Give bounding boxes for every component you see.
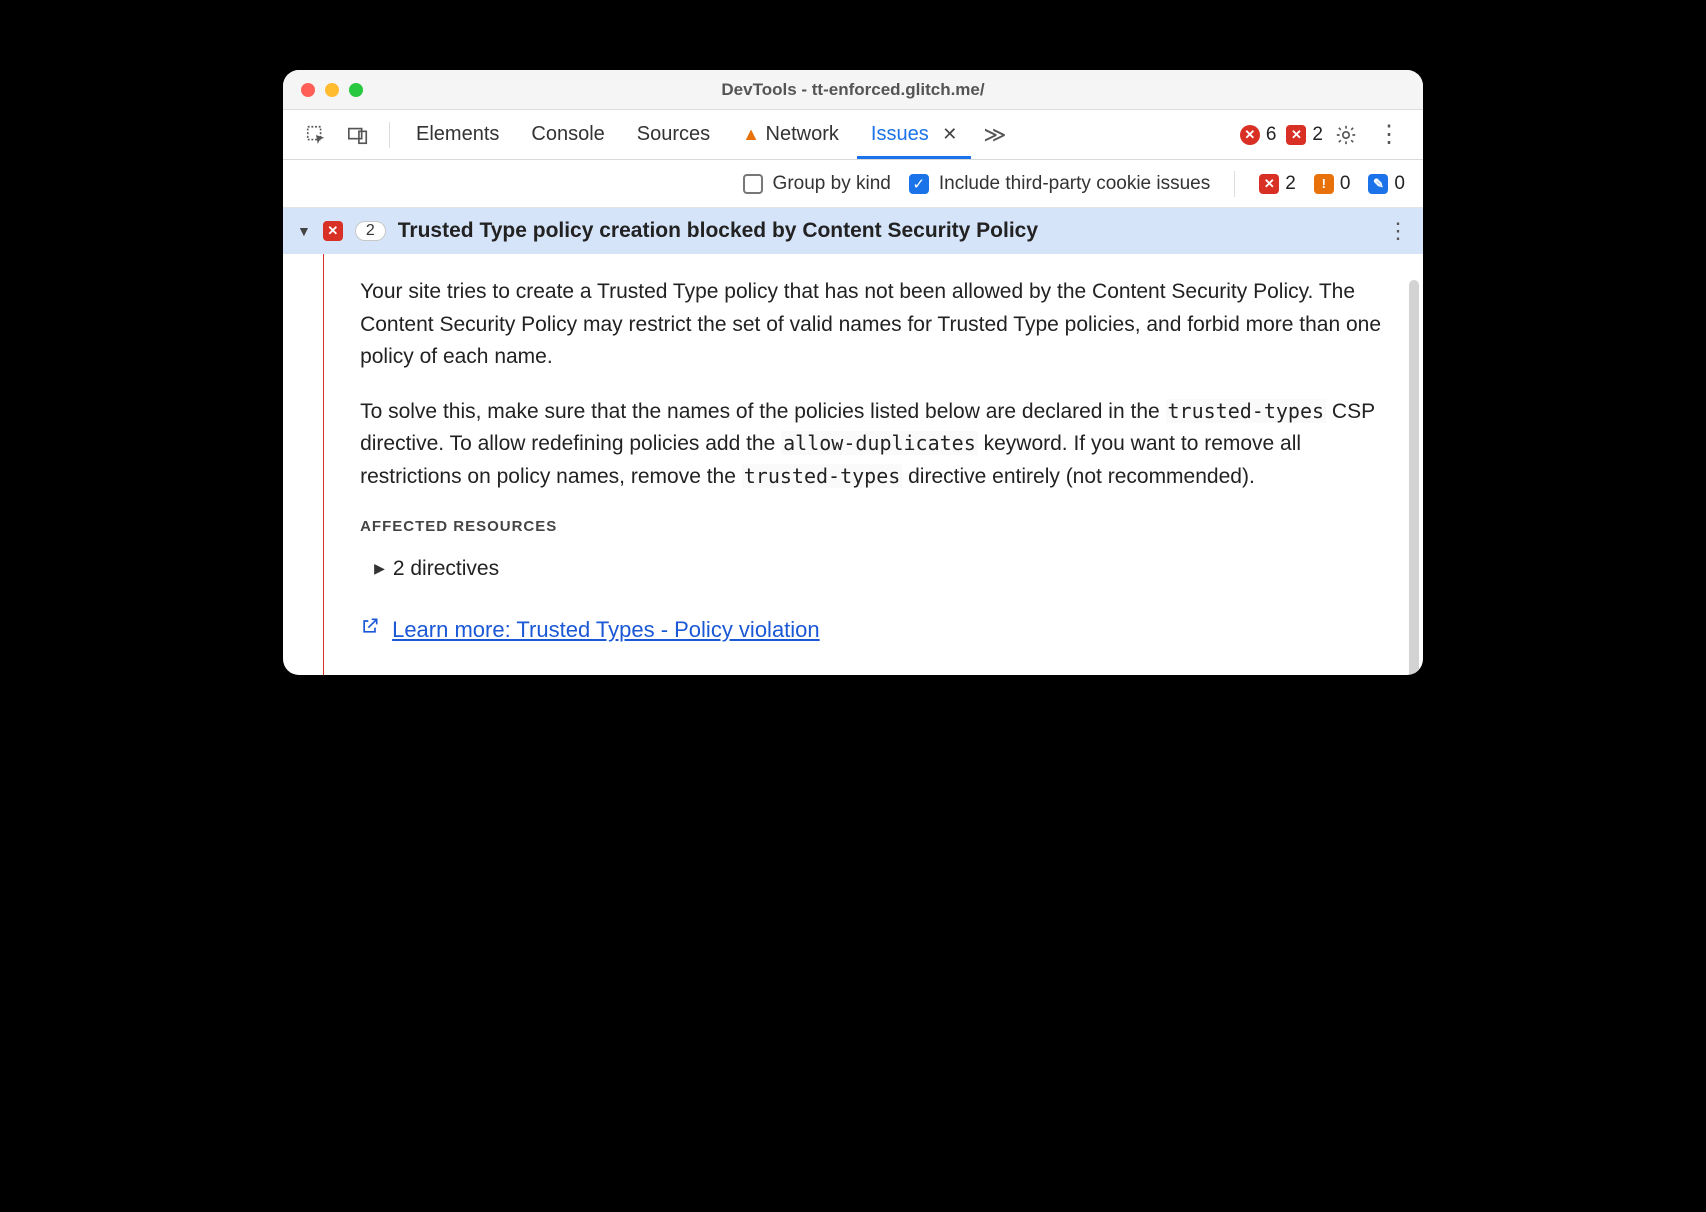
group-by-kind-checkbox[interactable]: Group by kind [743,173,891,195]
tab-network-label: Network [766,123,839,145]
close-tab-icon[interactable]: ✕ [942,124,957,144]
affected-directives-row[interactable]: ▶ 2 directives [374,553,1383,586]
tab-issues-label: Issues [871,123,929,145]
group-by-kind-label: Group by kind [773,173,891,195]
page-error-icon: ✕ [1259,174,1279,194]
warning-icon: ▲ [742,124,760,144]
titlebar: DevTools - tt-enforced.glitch.me/ [283,70,1423,110]
collapse-arrow-icon[interactable]: ▼ [297,223,311,239]
issue-description-p2: To solve this, make sure that the names … [360,396,1383,494]
main-tabbar: Elements Console Sources ▲ Network Issue… [283,110,1423,160]
issue-severity-icon: ✕ [323,221,343,241]
more-tabs-button[interactable]: ≫ [975,114,1014,156]
issue-description-p1: Your site tries to create a Trusted Type… [360,276,1383,374]
device-toolbar-button[interactable] [339,116,377,154]
kebab-menu-button[interactable]: ⋮ [1369,112,1409,157]
expand-arrow-icon: ▶ [374,558,385,580]
minimize-window-button[interactable] [325,83,339,97]
devtools-window: DevTools - tt-enforced.glitch.me/ Elemen… [283,70,1423,675]
close-window-button[interactable] [301,83,315,97]
issue-header[interactable]: ▼ ✕ 2 Trusted Type policy creation block… [283,208,1423,254]
third-party-label: Include third-party cookie issues [939,173,1210,195]
filter-improvements-value: 0 [1394,173,1405,195]
improvement-icon: ✎ [1368,174,1388,194]
checkbox-checked-icon: ✓ [909,174,929,194]
vertical-scrollbar[interactable] [1409,280,1419,675]
page-error-count-value: 2 [1312,124,1323,146]
directives-count: 2 directives [393,553,499,586]
issue-body: Your site tries to create a Trusted Type… [283,254,1423,675]
top-issue-counts: ✕ 6 ✕ 2 [1240,124,1323,146]
page-error-icon: ✕ [1286,125,1306,145]
tab-issues[interactable]: Issues ✕ [857,111,971,159]
fullscreen-window-button[interactable] [349,83,363,97]
separator [1234,171,1235,197]
separator [389,122,390,148]
issue-menu-button[interactable]: ⋮ [1387,218,1409,244]
settings-button[interactable] [1327,116,1365,154]
tab-network[interactable]: ▲ Network [728,111,853,158]
page-errors-count[interactable]: ✕ 2 [1286,124,1323,146]
error-icon: ✕ [1240,125,1260,145]
code-trusted-types: trusted-types [1166,399,1327,423]
filter-page-errors-value: 2 [1285,173,1296,195]
window-controls [283,83,363,97]
filter-breaking-value: 0 [1340,173,1351,195]
filter-improvements[interactable]: ✎ 0 [1368,173,1405,195]
issue-title: Trusted Type policy creation blocked by … [398,219,1038,243]
external-link-icon [360,615,380,646]
tab-console[interactable]: Console [517,111,618,158]
window-title: DevTools - tt-enforced.glitch.me/ [283,80,1423,100]
filter-page-errors[interactable]: ✕ 2 [1259,173,1296,195]
checkbox-unchecked-icon [743,174,763,194]
filter-breaking-changes[interactable]: ! 0 [1314,173,1351,195]
code-allow-duplicates: allow-duplicates [781,431,978,455]
error-count-value: 6 [1266,124,1277,146]
breaking-change-icon: ! [1314,174,1334,194]
third-party-cookie-checkbox[interactable]: ✓ Include third-party cookie issues [909,173,1210,195]
issues-filter-bar: Group by kind ✓ Include third-party cook… [283,160,1423,208]
inspect-element-button[interactable] [297,116,335,154]
code-trusted-types-2: trusted-types [742,464,903,488]
tab-sources[interactable]: Sources [623,111,724,158]
issue-count-badge: 2 [355,221,386,241]
tab-elements[interactable]: Elements [402,111,513,158]
learn-more-row: Learn more: Trusted Types - Policy viola… [360,613,1383,647]
issue-content: Your site tries to create a Trusted Type… [324,254,1423,675]
learn-more-link[interactable]: Learn more: Trusted Types - Policy viola… [392,613,820,647]
affected-resources-label: AFFECTED RESOURCES [360,515,1383,538]
console-errors-count[interactable]: ✕ 6 [1240,124,1277,146]
